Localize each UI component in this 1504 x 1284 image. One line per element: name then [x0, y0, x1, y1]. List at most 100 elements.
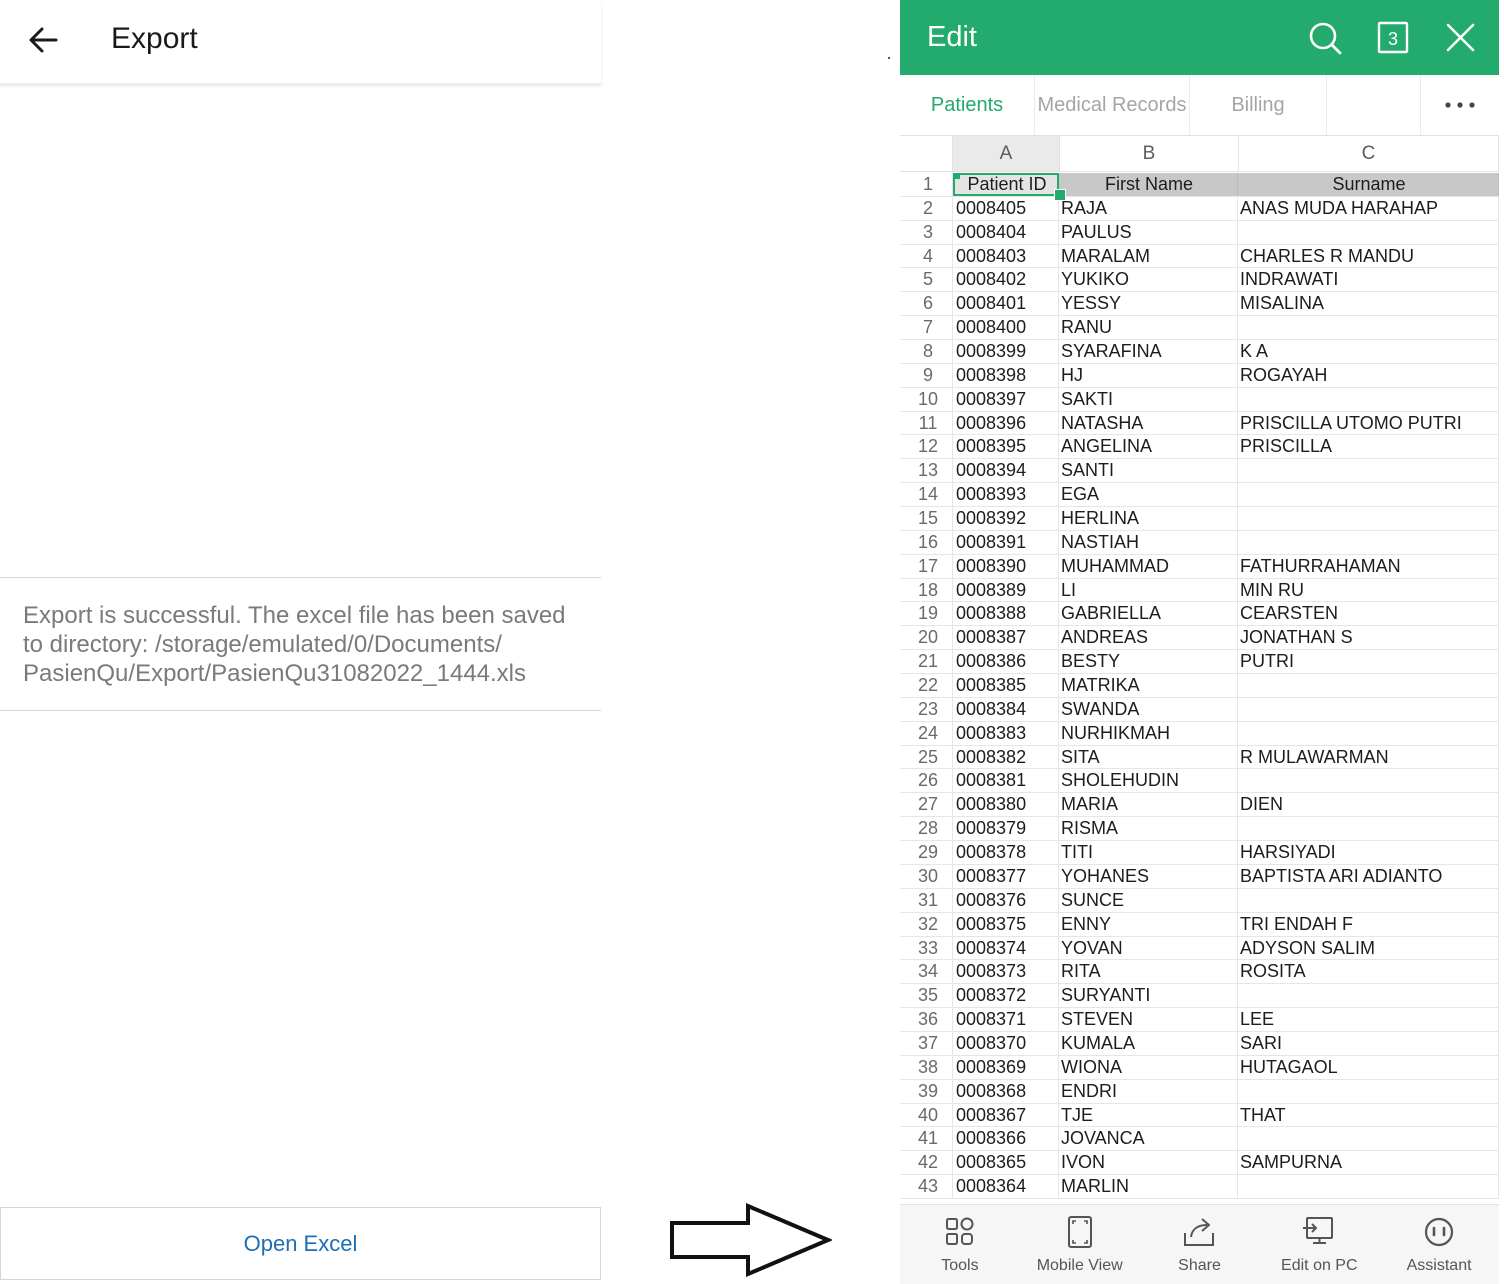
- cell-surname[interactable]: [1238, 674, 1499, 697]
- cell-first-name[interactable]: TJE: [1059, 1103, 1238, 1127]
- cell-patient-id[interactable]: 0008380: [953, 793, 1059, 817]
- cell-surname[interactable]: ROGAYAH: [1238, 363, 1499, 387]
- cell-surname[interactable]: HUTAGAOL: [1238, 1055, 1499, 1079]
- cell-patient-id[interactable]: 0008371: [953, 1008, 1059, 1031]
- row-number[interactable]: 35: [900, 984, 953, 1008]
- cell-first-name[interactable]: YOVAN: [1059, 936, 1238, 960]
- cell-patient-id[interactable]: 0008372: [953, 984, 1059, 1008]
- row-number[interactable]: 6: [900, 292, 953, 316]
- cell-patient-id[interactable]: 0008395: [953, 435, 1059, 459]
- cell-patient-id[interactable]: 0008404: [953, 220, 1059, 244]
- row-number[interactable]: 40: [900, 1103, 953, 1127]
- row-number[interactable]: 33: [900, 936, 953, 960]
- row-number[interactable]: 28: [900, 817, 953, 841]
- cell-surname[interactable]: [1238, 888, 1499, 912]
- row-number[interactable]: 23: [900, 697, 953, 721]
- cell-first-name[interactable]: MARALAM: [1059, 244, 1238, 268]
- cell-patient-id[interactable]: 0008397: [953, 387, 1059, 411]
- cell-patient-id[interactable]: 0008386: [953, 650, 1059, 674]
- row-number[interactable]: 4: [900, 244, 953, 268]
- cell-first-name[interactable]: ENDRI: [1059, 1079, 1238, 1103]
- tab-billing[interactable]: Billing: [1190, 75, 1327, 135]
- cell-first-name[interactable]: YESSY: [1059, 292, 1238, 316]
- cell-patient-id[interactable]: 0008403: [953, 244, 1059, 268]
- cell-first-name[interactable]: BESTY: [1059, 650, 1238, 674]
- cell-patient-id[interactable]: 0008378: [953, 841, 1059, 864]
- cell-patient-id[interactable]: 0008385: [953, 674, 1059, 697]
- tab-patients[interactable]: Patients: [900, 75, 1035, 135]
- cell-first-name[interactable]: MARIA: [1059, 793, 1238, 817]
- cell-surname[interactable]: [1238, 984, 1499, 1008]
- cell-patient-id[interactable]: 0008383: [953, 721, 1059, 745]
- cell-first-name[interactable]: RAJA: [1059, 196, 1238, 220]
- cell-first-name[interactable]: ANDREAS: [1059, 626, 1238, 650]
- column-header-c[interactable]: C: [1239, 136, 1499, 172]
- share-button[interactable]: Share: [1140, 1205, 1260, 1284]
- cell-surname[interactable]: K A: [1238, 340, 1499, 363]
- cell-patient-id[interactable]: 0008365: [953, 1151, 1059, 1175]
- cell-surname[interactable]: [1238, 817, 1499, 841]
- row-number[interactable]: 8: [900, 340, 953, 363]
- cell-patient-id[interactable]: 0008396: [953, 411, 1059, 435]
- row-number[interactable]: 10: [900, 387, 953, 411]
- cell-first-name[interactable]: SUNCE: [1059, 888, 1238, 912]
- search-button[interactable]: [1305, 18, 1345, 58]
- cell-first-name[interactable]: RISMA: [1059, 817, 1238, 841]
- cell-surname[interactable]: [1238, 483, 1499, 507]
- cell-surname[interactable]: SARI: [1238, 1031, 1499, 1055]
- row-number[interactable]: 21: [900, 650, 953, 674]
- close-button[interactable]: [1440, 18, 1480, 58]
- cell-surname[interactable]: [1238, 697, 1499, 721]
- row-number[interactable]: 2: [900, 196, 953, 220]
- cell-patient-id[interactable]: 0008368: [953, 1079, 1059, 1103]
- cell-surname[interactable]: [1238, 316, 1499, 340]
- cell-surname[interactable]: [1238, 220, 1499, 244]
- cell-surname[interactable]: ROSITA: [1238, 960, 1499, 984]
- column-header-b[interactable]: B: [1060, 136, 1239, 172]
- cell-first-name[interactable]: EGA: [1059, 483, 1238, 507]
- cell-surname[interactable]: [1238, 459, 1499, 483]
- row-number[interactable]: 32: [900, 912, 953, 936]
- cell-first-name[interactable]: IVON: [1059, 1151, 1238, 1175]
- cell-surname[interactable]: [1238, 769, 1499, 793]
- cell-first-name[interactable]: SANTI: [1059, 459, 1238, 483]
- cell-surname[interactable]: R MULAWARMAN: [1238, 745, 1499, 769]
- cell-patient-id[interactable]: 0008391: [953, 530, 1059, 554]
- cell-first-name[interactable]: KUMALA: [1059, 1031, 1238, 1055]
- cell-a1-selected[interactable]: Patient ID: [953, 173, 1059, 196]
- cell-surname[interactable]: DIEN: [1238, 793, 1499, 817]
- row-number[interactable]: 36: [900, 1008, 953, 1031]
- cell-surname[interactable]: [1238, 1175, 1499, 1198]
- cell-patient-id[interactable]: 0008394: [953, 459, 1059, 483]
- cell-patient-id[interactable]: 0008384: [953, 697, 1059, 721]
- cell-patient-id[interactable]: 0008369: [953, 1055, 1059, 1079]
- cell-first-name[interactable]: SYARAFINA: [1059, 340, 1238, 363]
- row-number[interactable]: 9: [900, 363, 953, 387]
- row-number[interactable]: 38: [900, 1055, 953, 1079]
- cell-surname[interactable]: SAMPURNA: [1238, 1151, 1499, 1175]
- cell-surname[interactable]: PRISCILLA: [1238, 435, 1499, 459]
- row-number[interactable]: 1: [900, 173, 953, 196]
- cell-first-name[interactable]: SURYANTI: [1059, 984, 1238, 1008]
- row-number[interactable]: 30: [900, 864, 953, 888]
- tools-button[interactable]: Tools: [900, 1205, 1020, 1284]
- cell-first-name[interactable]: HJ: [1059, 363, 1238, 387]
- cell-patient-id[interactable]: 0008382: [953, 745, 1059, 769]
- cell-surname[interactable]: CEARSTEN: [1238, 602, 1499, 626]
- cell-surname[interactable]: FATHURRAHAMAN: [1238, 554, 1499, 578]
- back-button[interactable]: [22, 20, 66, 62]
- row-number[interactable]: 34: [900, 960, 953, 984]
- tab-medical-records[interactable]: Medical Records: [1035, 75, 1190, 135]
- cell-first-name[interactable]: LI: [1059, 578, 1238, 602]
- cell-patient-id[interactable]: 0008379: [953, 817, 1059, 841]
- cell-patient-id[interactable]: 0008393: [953, 483, 1059, 507]
- cell-surname[interactable]: HARSIYADI: [1238, 841, 1499, 864]
- select-all-corner[interactable]: [900, 136, 953, 172]
- cell-first-name[interactable]: YOHANES: [1059, 864, 1238, 888]
- cell-first-name[interactable]: SAKTI: [1059, 387, 1238, 411]
- assistant-button[interactable]: Assistant: [1379, 1205, 1499, 1284]
- row-number[interactable]: 16: [900, 530, 953, 554]
- cell-first-name[interactable]: STEVEN: [1059, 1008, 1238, 1031]
- cell-patient-id[interactable]: 0008377: [953, 864, 1059, 888]
- column-header-a[interactable]: A: [953, 136, 1060, 172]
